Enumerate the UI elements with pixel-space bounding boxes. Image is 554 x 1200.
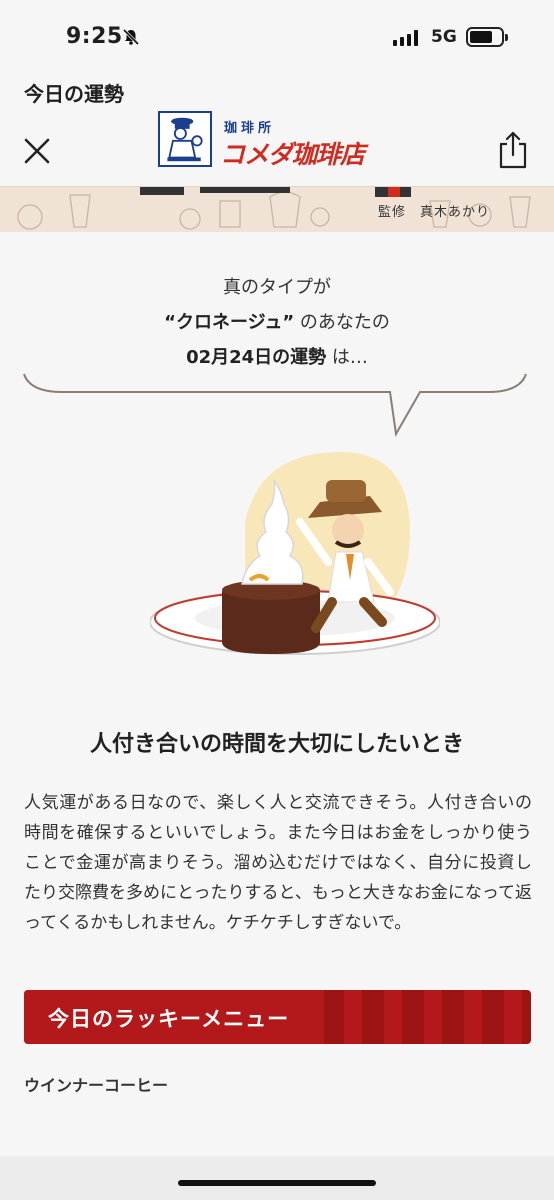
logo-subtitle: 珈琲所	[224, 121, 276, 136]
fortune-headline: 人付き合いの時間を大切にしたいとき	[89, 732, 464, 757]
type-name: “クロネージュ”	[164, 312, 295, 333]
fortune-content: 真のタイプが “クロネージュ” のあなたの 02月24日の運勢 は… 人付き合い…	[0, 232, 554, 1156]
signal-icon	[393, 30, 418, 46]
close-icon[interactable]	[20, 134, 54, 168]
intro-line-1: 真のタイプが	[223, 277, 331, 298]
home-indicator[interactable]	[178, 1180, 376, 1186]
lucky-menu-title: 今日のラッキーメニュー	[48, 1007, 290, 1031]
logo-emblem-icon	[158, 111, 212, 167]
fortune-date: 02月24日の運勢	[186, 347, 327, 368]
fortune-body: 人気運がある日なので、楽しく人と交流できそう。人付き合いの時間を確保するといいで…	[24, 793, 532, 933]
logo-title: コメダ珈琲店	[220, 140, 365, 169]
intro-line-3-suffix: は…	[331, 347, 368, 368]
nav-bar: 今日の運勢 珈琲所 コメダ珈琲店	[0, 74, 554, 186]
fortune-intro: 真のタイプが “クロネージュ” のあなたの 02月24日の運勢 は…	[0, 270, 554, 375]
lucky-menu-item: ウインナーコーヒー	[24, 1076, 169, 1095]
fortune-illustration	[150, 452, 440, 655]
intro-line-2-suffix: のあなたの	[299, 312, 390, 333]
bell-slash-icon	[122, 28, 140, 46]
supervisor-credit: 監修 真木あかり	[377, 205, 490, 220]
network-type: 5G	[431, 27, 457, 47]
lucky-menu-header: 今日のラッキーメニュー	[24, 990, 531, 1044]
status-time: 9:25	[66, 24, 123, 49]
komeda-logo: 珈琲所 コメダ珈琲店	[158, 111, 398, 169]
share-icon[interactable]	[496, 130, 530, 170]
speech-bubble-outline	[23, 373, 527, 438]
battery-icon	[466, 27, 508, 47]
intro-line-2: “クロネージュ” のあなたの	[0, 305, 554, 340]
bottom-toolbar	[0, 1156, 554, 1200]
header-banner: 監修 真木あかり	[0, 186, 554, 232]
status-bar: 9:25 5G	[0, 0, 554, 74]
page-title: 今日の運勢	[24, 82, 124, 106]
